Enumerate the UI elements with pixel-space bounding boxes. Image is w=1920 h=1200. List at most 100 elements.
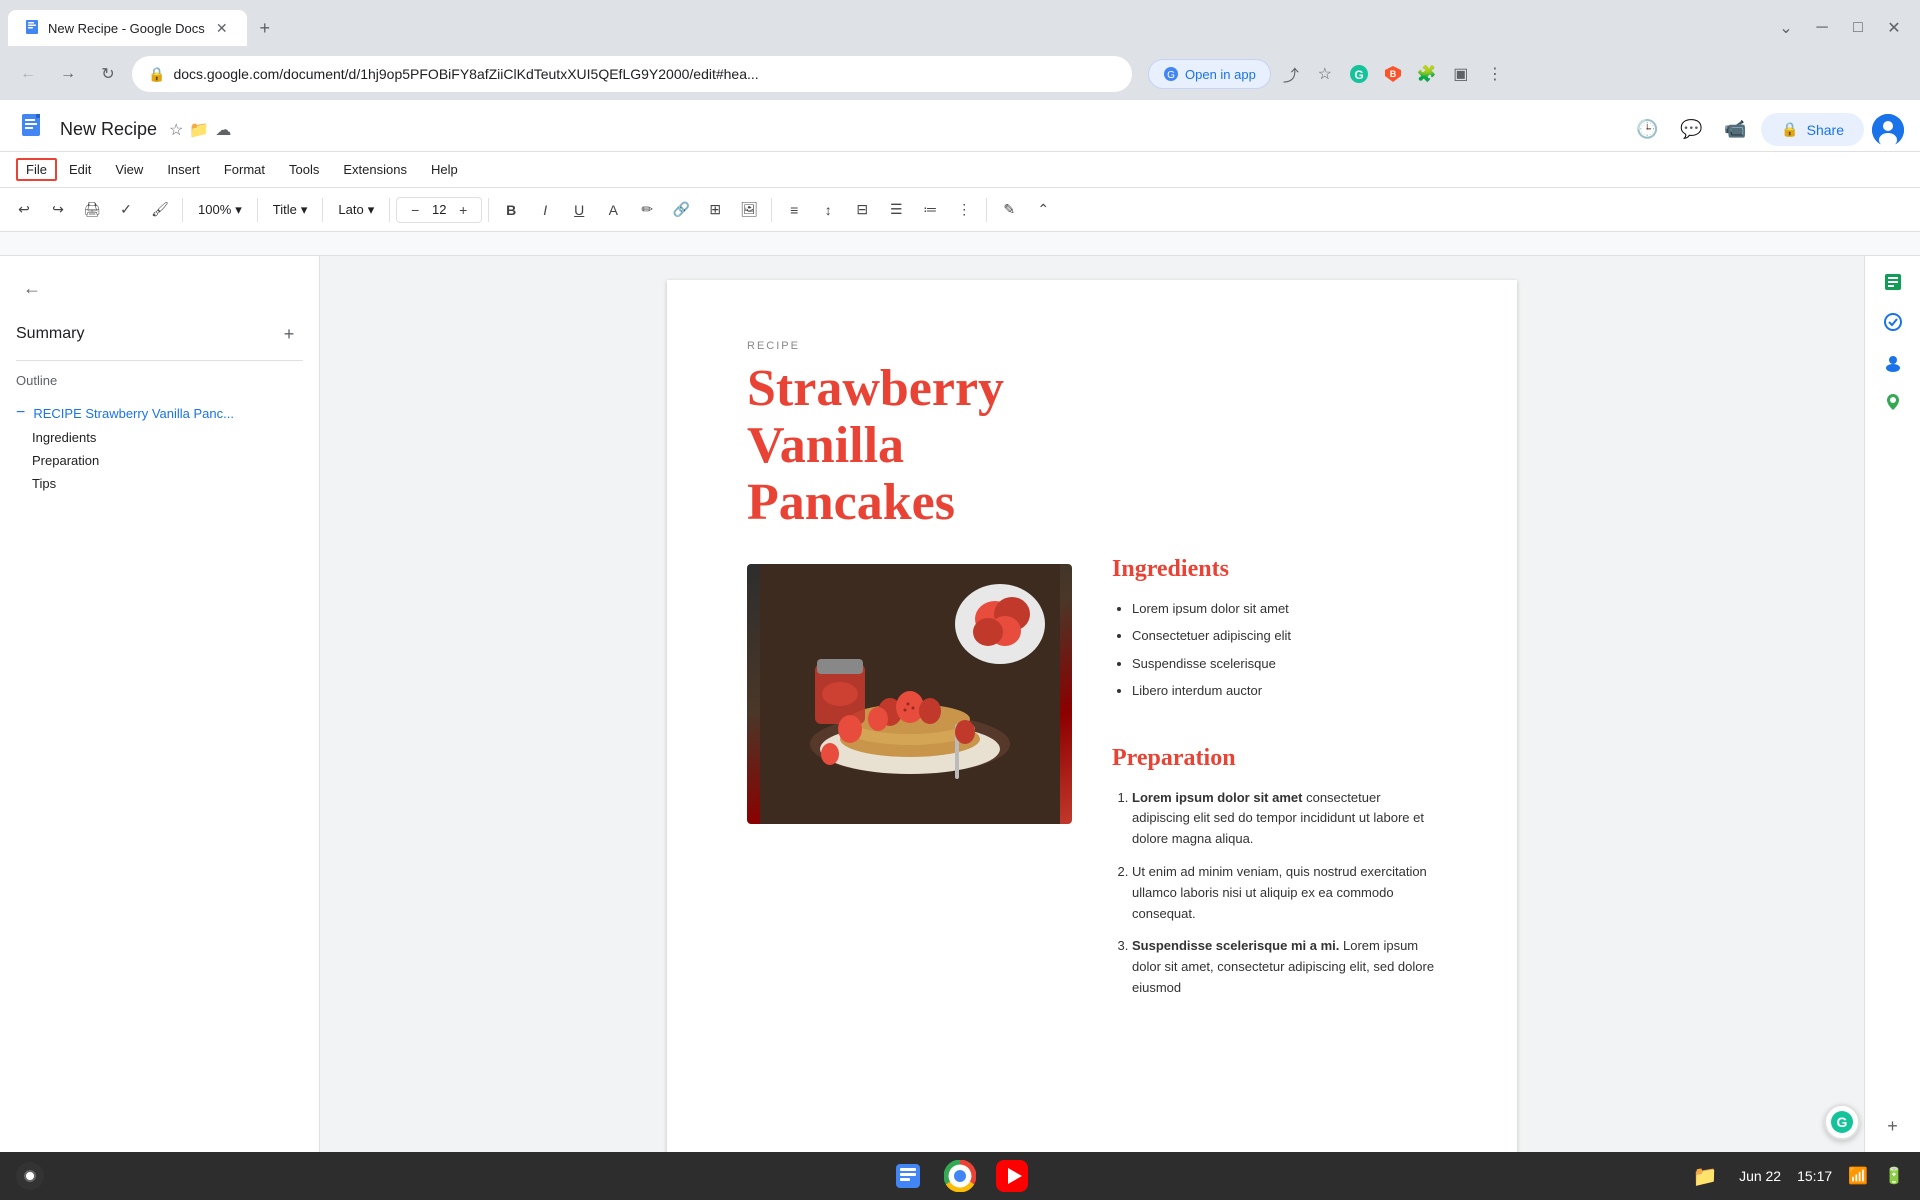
active-tab[interactable]: New Recipe - Google Docs ✕ bbox=[8, 10, 247, 46]
tab-bar-dropdown-icon[interactable]: ⌄ bbox=[1772, 14, 1800, 42]
taskbar-files-right-icon[interactable]: 📁 bbox=[1687, 1158, 1723, 1194]
right-panel-contacts-icon[interactable] bbox=[1875, 344, 1911, 380]
outline-item-label-1: Ingredients bbox=[32, 430, 96, 445]
record-button[interactable] bbox=[16, 1162, 44, 1190]
menu-file[interactable]: File bbox=[16, 158, 57, 181]
menu-insert[interactable]: Insert bbox=[155, 158, 212, 181]
paint-format-button[interactable]: 🖌 bbox=[144, 194, 176, 226]
grammarly-ext-icon[interactable]: G bbox=[1345, 60, 1373, 88]
refresh-button[interactable]: ↻ bbox=[92, 58, 124, 90]
left-panel: ← Summary + Outline − RECIPE Strawberry … bbox=[0, 256, 320, 1152]
minimize-button[interactable]: ─ bbox=[1808, 14, 1836, 42]
food-image bbox=[747, 564, 1072, 824]
grammarly-floating-button[interactable]: G bbox=[1824, 1104, 1860, 1140]
taskbar-files-icon[interactable] bbox=[890, 1158, 926, 1194]
comments-icon[interactable]: 💬 bbox=[1673, 112, 1709, 148]
spell-check-button[interactable]: ✓ bbox=[110, 194, 142, 226]
font-size-increase[interactable]: + bbox=[453, 200, 473, 220]
star-icon[interactable]: ☆ bbox=[169, 120, 183, 140]
close-button[interactable]: ✕ bbox=[1880, 14, 1908, 42]
taskbar-chrome-icon[interactable] bbox=[942, 1158, 978, 1194]
doc-columns: Ingredients Lorem ipsum dolor sit amet C… bbox=[747, 556, 1437, 1011]
font-size-decrease[interactable]: − bbox=[405, 200, 425, 220]
highlight-button[interactable]: ✏ bbox=[631, 194, 663, 226]
bold-button[interactable]: B bbox=[495, 194, 527, 226]
open-in-app-label: Open in app bbox=[1185, 67, 1256, 82]
new-tab-button[interactable]: + bbox=[251, 14, 279, 42]
outline-item-2[interactable]: Preparation bbox=[16, 449, 303, 472]
font-size-control[interactable]: − 12 + bbox=[396, 197, 482, 223]
forward-button[interactable]: → bbox=[52, 58, 84, 90]
sidebar-icon[interactable]: ▣ bbox=[1447, 60, 1475, 88]
line-spacing-button[interactable]: ↕ bbox=[812, 194, 844, 226]
font-select[interactable]: Lato ▾ bbox=[329, 197, 383, 223]
user-avatar[interactable] bbox=[1872, 114, 1904, 146]
align-button[interactable]: ≡ bbox=[778, 194, 810, 226]
italic-button[interactable]: I bbox=[529, 194, 561, 226]
zoom-select[interactable]: 100% ▾ bbox=[189, 197, 251, 223]
battery-icon: 🔋 bbox=[1884, 1166, 1904, 1186]
outline-item-1[interactable]: Ingredients bbox=[16, 426, 303, 449]
right-panel-maps-icon[interactable] bbox=[1875, 384, 1911, 420]
back-button[interactable]: ← bbox=[12, 58, 44, 90]
style-select[interactable]: Title ▾ bbox=[264, 197, 317, 223]
document-page[interactable]: RECIPE StrawberryVanillaPancakes bbox=[667, 280, 1517, 1152]
more-button[interactable]: ⋮ bbox=[948, 194, 980, 226]
bookmark-icon[interactable]: ☆ bbox=[1311, 60, 1339, 88]
menu-view[interactable]: View bbox=[103, 158, 155, 181]
numbered-list-button[interactable]: ≔ bbox=[914, 194, 946, 226]
ruler-inner bbox=[320, 232, 1600, 255]
outline-item-0[interactable]: − RECIPE Strawberry Vanilla Panc... bbox=[16, 400, 303, 426]
folder-icon[interactable]: 📁 bbox=[189, 120, 209, 140]
link-button[interactable]: 🔗 bbox=[665, 194, 697, 226]
menu-edit[interactable]: Edit bbox=[57, 158, 103, 181]
brave-shield-icon[interactable]: B bbox=[1379, 60, 1407, 88]
address-bar-actions: G Open in app ⤴ ☆ G B 🧩 ▣ ⋮ bbox=[1148, 59, 1509, 89]
underline-button[interactable]: U bbox=[563, 194, 595, 226]
main-area: ← Summary + Outline − RECIPE Strawberry … bbox=[0, 256, 1920, 1152]
tab-bar-right: ⌄ ─ □ ✕ bbox=[1772, 14, 1920, 42]
right-panel-tasks-icon[interactable] bbox=[1875, 304, 1911, 340]
extensions-icon[interactable]: 🧩 bbox=[1413, 60, 1441, 88]
suggestions-button[interactable]: ✎ bbox=[993, 194, 1025, 226]
zoom-value: 100% bbox=[198, 202, 231, 217]
maximize-button[interactable]: □ bbox=[1844, 14, 1872, 42]
taskbar-youtube-icon[interactable] bbox=[994, 1158, 1030, 1194]
open-in-app-button[interactable]: G Open in app bbox=[1148, 59, 1271, 89]
outline-item-3[interactable]: Tips bbox=[16, 472, 303, 495]
text-color-button[interactable]: A bbox=[597, 194, 629, 226]
right-panel-add-icon[interactable]: + bbox=[1875, 1108, 1911, 1144]
share-label: Share bbox=[1807, 122, 1844, 138]
ingredients-list: Lorem ipsum dolor sit amet Consectetuer … bbox=[1112, 599, 1437, 701]
share-page-icon[interactable]: ⤴ bbox=[1277, 60, 1305, 88]
outline-item-label-2: Preparation bbox=[32, 453, 99, 468]
menu-tools[interactable]: Tools bbox=[277, 158, 331, 181]
menu-help[interactable]: Help bbox=[419, 158, 470, 181]
prep-step-0: Lorem ipsum dolor sit amet consectetuer … bbox=[1132, 788, 1437, 850]
menu-extensions[interactable]: Extensions bbox=[331, 158, 419, 181]
separator-5 bbox=[488, 198, 489, 222]
url-bar[interactable]: 🔒 docs.google.com/document/d/1hj9op5PFOB… bbox=[132, 56, 1132, 92]
list-button[interactable]: ☰ bbox=[880, 194, 912, 226]
browser-menu-icon[interactable]: ⋮ bbox=[1481, 60, 1509, 88]
outline-active-icon: − bbox=[16, 404, 25, 422]
meet-icon[interactable]: 📹 bbox=[1717, 112, 1753, 148]
outline-item-label-0: RECIPE Strawberry Vanilla Panc... bbox=[33, 406, 234, 421]
menu-format[interactable]: Format bbox=[212, 158, 277, 181]
redo-button[interactable]: ↪ bbox=[42, 194, 74, 226]
share-button[interactable]: 🔒 Share bbox=[1761, 113, 1864, 146]
docs-title-actions: ☆ 📁 ☁ bbox=[169, 120, 231, 140]
add-summary-button[interactable]: + bbox=[275, 320, 303, 348]
back-button[interactable]: ← bbox=[16, 272, 48, 304]
expand-toolbar-button[interactable]: ⌃ bbox=[1027, 194, 1059, 226]
undo-button[interactable]: ↩ bbox=[8, 194, 40, 226]
image-button[interactable]: 🖼 bbox=[733, 194, 765, 226]
cloud-icon[interactable]: ☁ bbox=[215, 120, 231, 140]
tab-close-button[interactable]: ✕ bbox=[213, 19, 231, 37]
column-button[interactable]: ⊟ bbox=[846, 194, 878, 226]
history-icon[interactable]: 🕒 bbox=[1629, 112, 1665, 148]
font-value: Lato bbox=[338, 202, 363, 217]
right-panel-sheets-icon[interactable] bbox=[1875, 264, 1911, 300]
print-button[interactable]: 🖨 bbox=[76, 194, 108, 226]
table-button[interactable]: ⊞ bbox=[699, 194, 731, 226]
